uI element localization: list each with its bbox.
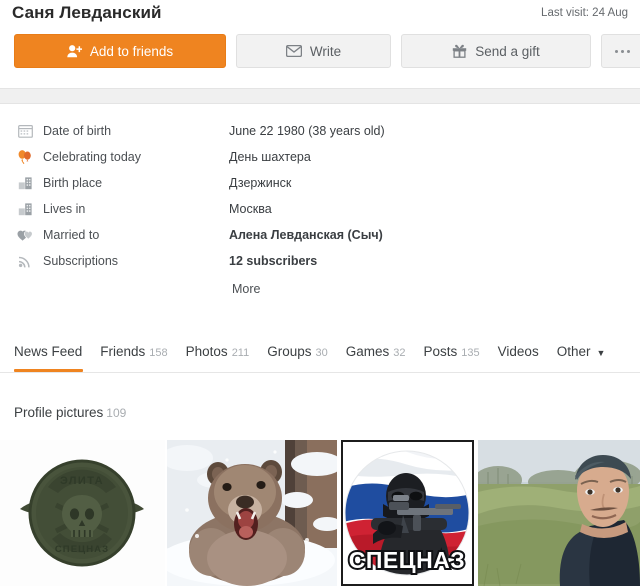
tab-posts[interactable]: Posts 135 [415, 332, 489, 372]
info-label: Date of birth [43, 124, 112, 138]
gallery-title: Profile pictures 109 [14, 405, 126, 420]
info-value: June 22 1980 (38 years old) [229, 124, 385, 138]
chevron-down-icon: ▼ [596, 348, 606, 358]
action-buttons: Add to friends Write Send a gift [14, 34, 640, 68]
info-label: Lives in [43, 202, 86, 216]
profile-tabs: News Feed Friends 158 Photos 211 Groups … [0, 330, 640, 373]
info-value: Дзержинск [229, 176, 292, 190]
send-gift-label: Send a gift [475, 43, 540, 59]
add-to-friends-label: Add to friends [89, 43, 174, 59]
write-label: Write [309, 43, 342, 59]
info-value[interactable]: 12 subscribers [229, 254, 317, 268]
tab-count: 158 [149, 347, 168, 359]
broadcast-icon [16, 252, 34, 270]
tab-label: Posts [423, 344, 458, 359]
add-to-friends-button[interactable]: Add to friends [14, 34, 226, 68]
info-value[interactable]: Алена Левданская (Сыч) [229, 228, 383, 242]
tab-count: 135 [461, 347, 480, 359]
tab-label: Videos [497, 344, 539, 359]
info-label: Birth place [43, 176, 103, 190]
envelope-icon [285, 45, 302, 57]
tab-games[interactable]: Games 32 [337, 332, 415, 372]
info-row: Lives in Москва [0, 196, 640, 222]
info-row: Celebrating today День шахтера [0, 144, 640, 170]
photo-thumbnails: ЭЛИТА СПЕЦНАЗ СПЕЦНАЗ [0, 440, 640, 586]
person-add-icon [67, 44, 82, 58]
svg-text:ЭЛИТА: ЭЛИТА [60, 475, 104, 487]
info-row: Subscriptions 12 subscribers [0, 248, 640, 274]
write-button[interactable]: Write [236, 34, 391, 68]
svg-text:СПЕЦНАЗ: СПЕЦНАЗ [55, 544, 109, 555]
gallery-count: 109 [106, 406, 127, 420]
city-icon [16, 200, 34, 218]
tab-count: 211 [231, 347, 250, 359]
tab-photos[interactable]: Photos 211 [177, 332, 259, 372]
tab-label: Photos [185, 344, 228, 359]
man-outdoors-photo[interactable] [478, 440, 640, 586]
ellipsis-icon [614, 49, 630, 53]
send-gift-button[interactable]: Send a gift [401, 34, 591, 68]
military-patch-photo[interactable]: ЭЛИТА СПЕЦНАЗ [0, 440, 165, 586]
profile-page: Саня Левданский Last visit: 24 Aug Add t… [0, 0, 640, 586]
tab-count: 30 [315, 347, 328, 359]
more-info-row: More [0, 274, 640, 304]
gift-icon [452, 44, 467, 58]
info-row: Married to Алена Левданская (Сыч) [0, 222, 640, 248]
tab-groups[interactable]: Groups 30 [258, 332, 337, 372]
balloons-icon [16, 148, 34, 166]
info-row: Date of birth June 22 1980 (38 years old… [0, 118, 640, 144]
tab-label: Groups [267, 344, 312, 359]
tab-friends[interactable]: Friends 158 [91, 332, 176, 372]
city-icon [16, 174, 34, 192]
hearts-icon [16, 226, 34, 244]
info-label: Celebrating today [43, 150, 141, 164]
tab-videos[interactable]: Videos [489, 332, 548, 372]
info-label: Married to [43, 228, 100, 242]
info-row: Birth place Дзержинск [0, 170, 640, 196]
tab-label: News Feed [14, 344, 83, 359]
tab-other[interactable]: Other ▼ [548, 332, 615, 372]
tab-news-feed[interactable]: News Feed [12, 332, 91, 372]
info-label: Subscriptions [43, 254, 119, 268]
name-row: Саня Левданский Last visit: 24 Aug [0, 0, 640, 30]
more-link[interactable]: More [232, 282, 260, 296]
tab-label: Friends [100, 344, 146, 359]
calendar-icon [16, 122, 34, 140]
profile-header: Саня Левданский Last visit: 24 Aug Add t… [0, 0, 640, 88]
bear-snow-photo[interactable] [167, 440, 337, 586]
profile-info-list: Date of birth June 22 1980 (38 years old… [0, 118, 640, 304]
more-actions-button[interactable] [601, 34, 640, 68]
info-value: День шахтера [229, 150, 311, 164]
tab-label: Games [345, 344, 390, 359]
section-divider [0, 88, 640, 104]
last-visit-text: Last visit: 24 Aug [541, 7, 628, 19]
info-value: Москва [229, 202, 272, 216]
gallery-title-label: Profile pictures [14, 405, 104, 420]
tab-label: Other [556, 344, 591, 359]
tab-count: 32 [393, 347, 406, 359]
spetsnaz-photo[interactable]: СПЕЦНАЗ [341, 440, 474, 586]
page-title: Саня Левданский [12, 3, 162, 22]
svg-text:СПЕЦНАЗ: СПЕЦНАЗ [349, 547, 465, 573]
